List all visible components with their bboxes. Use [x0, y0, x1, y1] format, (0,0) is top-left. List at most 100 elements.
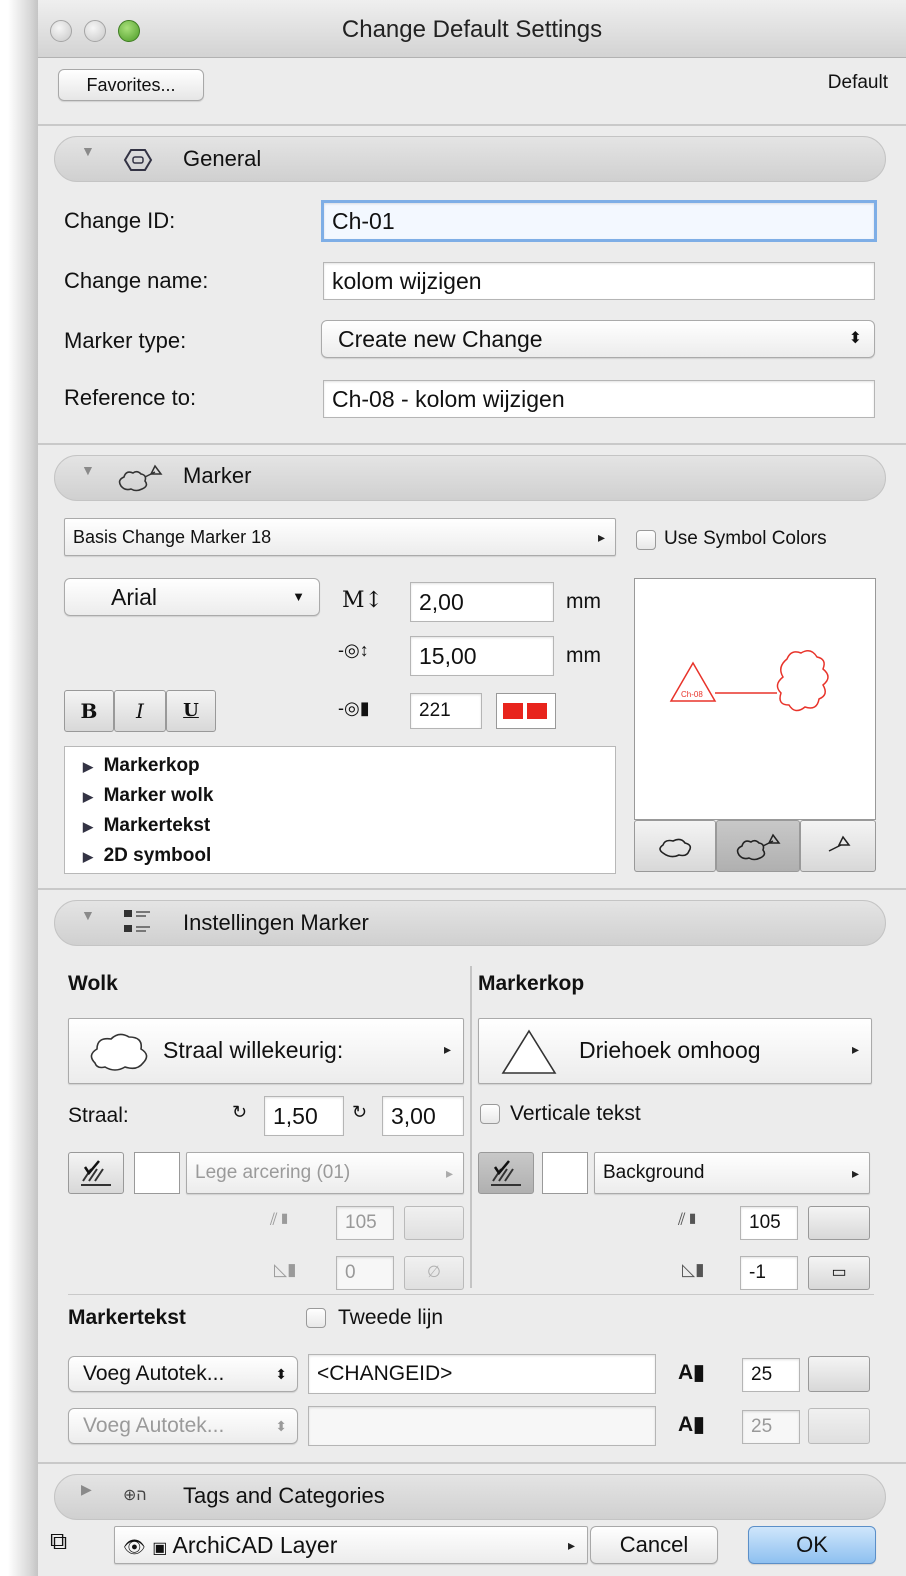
tag-icon: ⊕ה	[123, 1487, 147, 1504]
column-divider	[470, 966, 472, 1288]
marker-parameter-tree[interactable]: ▶ Markerkop ▶ Marker wolk ▶ Markertekst …	[64, 746, 616, 874]
change-name-input[interactable]: kolom wijzigen	[323, 262, 875, 300]
tree-item[interactable]: ▶ Markertekst	[83, 811, 213, 841]
markerkop-fill-pen-input[interactable]: 105	[740, 1206, 798, 1240]
markerkop-shape-select[interactable]: Driehoek omhoog ▸	[478, 1018, 872, 1084]
tweede-lijn-checkbox[interactable]	[306, 1308, 326, 1328]
text-pen-input-2[interactable]: 25	[742, 1410, 800, 1444]
wolk-fill-pen-swatch[interactable]	[404, 1206, 464, 1240]
underline-button[interactable]: U	[166, 690, 216, 732]
cloud-only-view-button[interactable]	[634, 820, 716, 872]
arrow-right-icon: ▸	[851, 1165, 859, 1181]
tags-section-header[interactable]: ▶ ⊕ה Tags and Categories	[54, 1474, 886, 1520]
instellingen-section-title: Instellingen Marker	[183, 910, 369, 935]
markerkop-bg-pen-input[interactable]: -1	[740, 1256, 798, 1290]
cloud-shape-icon	[90, 1033, 148, 1071]
wolk-fill-select[interactable]: Lege arcering (01) ▸	[186, 1152, 464, 1194]
dialog-content: Favorites... Default ▼ General Change ID…	[38, 58, 906, 1576]
text-pen-icon: A▮	[678, 1413, 705, 1436]
disclosure-closed-icon: ▶	[83, 759, 93, 774]
disclosure-closed-icon: ▶	[83, 849, 93, 864]
general-section-header[interactable]: ▼ General	[54, 136, 886, 182]
autotext-select-2[interactable]: Voeg Autotek... ⬍	[68, 1408, 298, 1444]
default-label: Default	[827, 72, 888, 93]
reference-label: Reference to:	[64, 385, 197, 410]
fill-pen-icon: ⫽▮	[270, 1210, 292, 1229]
autotext-select-1[interactable]: Voeg Autotek... ⬍	[68, 1356, 298, 1392]
marker-size-input[interactable]: 15,00	[410, 636, 554, 676]
favorites-button[interactable]: Favorites...	[58, 69, 204, 101]
markerkop-title: Markerkop	[478, 972, 585, 995]
marker-type-label: Marker type:	[64, 328, 187, 353]
text-pen-swatch-1[interactable]	[808, 1356, 870, 1392]
cloud-marker-icon	[736, 833, 781, 861]
separator	[68, 1294, 874, 1295]
markerkop-fill-pen-swatch[interactable]	[808, 1206, 870, 1240]
markerkop-fill-toggle[interactable]	[478, 1152, 534, 1194]
bold-button[interactable]: B	[64, 690, 114, 732]
marker-head-icon	[828, 835, 851, 852]
tree-item[interactable]: ▶ 2D symbool	[83, 841, 213, 871]
marker-pen-input[interactable]: 221	[410, 693, 482, 729]
dialog-window: Change Default Settings Favorites... Def…	[0, 0, 906, 1576]
instellingen-section-header[interactable]: ▼ Instellingen Marker	[54, 900, 886, 946]
markerkop-fill-select[interactable]: Background ▸	[594, 1152, 870, 1194]
verticale-tekst-label: Verticale tekst	[510, 1102, 641, 1125]
autotext-value-2: Voeg Autotek...	[83, 1414, 225, 1437]
tree-item[interactable]: ▶ Marker wolk	[83, 781, 213, 811]
lock-icon: ▣	[152, 1540, 168, 1557]
wolk-fill-color-swatch[interactable]	[134, 1152, 180, 1194]
settings-grid-icon	[124, 910, 150, 932]
text-pen-input-1[interactable]: 25	[742, 1358, 800, 1392]
tags-section-title: Tags and Categories	[183, 1483, 385, 1508]
monitor-icon[interactable]: ▭	[808, 1256, 870, 1290]
bg-pen-icon: ◺▮	[682, 1260, 705, 1279]
wolk-fill-pen-input[interactable]: 105	[336, 1206, 394, 1240]
marker-section-header[interactable]: ▼ Marker	[54, 455, 886, 501]
use-symbol-colors-checkbox[interactable]	[636, 530, 656, 550]
library-part-select[interactable]: Basis Change Marker 18 ▸	[64, 518, 616, 556]
tweede-lijn-label: Tweede lijn	[338, 1306, 444, 1329]
arrow-right-icon: ▸	[851, 1041, 859, 1057]
arrow-right-icon: ▸	[443, 1041, 451, 1057]
wolk-fill-toggle[interactable]	[68, 1152, 124, 1194]
head-only-view-button[interactable]	[800, 820, 876, 872]
stepper-icon: ⬍	[275, 1418, 287, 1434]
text-size-input[interactable]: 2,00	[410, 582, 554, 622]
cloud-and-head-view-button[interactable]	[716, 820, 800, 872]
marker-size-icon: -◎↕	[338, 640, 369, 660]
disclosure-closed-icon: ▶	[83, 819, 93, 834]
marker-text-input-2[interactable]	[308, 1406, 656, 1446]
straal-max-input[interactable]: 3,00	[382, 1096, 464, 1136]
marker-type-select[interactable]: Create new Change ⬍	[321, 320, 875, 358]
layer-select[interactable]: 👁 ▣ ArchiCAD Layer ▸	[114, 1526, 588, 1564]
unit-label: mm	[566, 590, 601, 613]
verticale-tekst-checkbox[interactable]	[480, 1104, 500, 1124]
marker-text-input-1[interactable]: <CHANGEID>	[308, 1354, 656, 1394]
markerkop-fill-color-swatch[interactable]	[542, 1152, 588, 1194]
text-pen-icon: A▮	[678, 1361, 705, 1384]
wolk-bg-pen-input[interactable]: 0	[336, 1256, 394, 1290]
transparent-swatch[interactable]: ∅	[404, 1256, 464, 1290]
separator	[38, 443, 906, 445]
wolk-shape-value: Straal willekeurig:	[163, 1037, 344, 1063]
layers-icon: ⧉	[50, 1528, 68, 1555]
straal-min-input[interactable]: 1,50	[264, 1096, 344, 1136]
eye-icon: 👁	[123, 1537, 146, 1557]
disclosure-open-icon: ▼	[81, 462, 95, 478]
cancel-button[interactable]: Cancel	[590, 1526, 718, 1564]
change-id-input[interactable]: Ch-01	[321, 200, 877, 242]
italic-button[interactable]: I	[114, 690, 166, 732]
tree-item[interactable]: ▶ Markerkop	[83, 751, 213, 781]
stepper-icon: ⬍	[848, 330, 862, 347]
wolk-shape-select[interactable]: Straal willekeurig: ▸	[68, 1018, 464, 1084]
stepper-icon: ⬍	[275, 1366, 287, 1382]
ok-button[interactable]: OK	[748, 1526, 876, 1564]
fill-hatch-icon	[491, 1160, 521, 1186]
font-select[interactable]: Arial ▼	[64, 578, 320, 616]
pen-color-swatch[interactable]	[496, 693, 556, 729]
cloud-icon	[659, 838, 692, 858]
disclosure-closed-icon: ▶	[83, 789, 93, 804]
text-pen-swatch-2[interactable]	[808, 1408, 870, 1444]
reference-input[interactable]: Ch-08 - kolom wijzigen	[323, 380, 875, 418]
